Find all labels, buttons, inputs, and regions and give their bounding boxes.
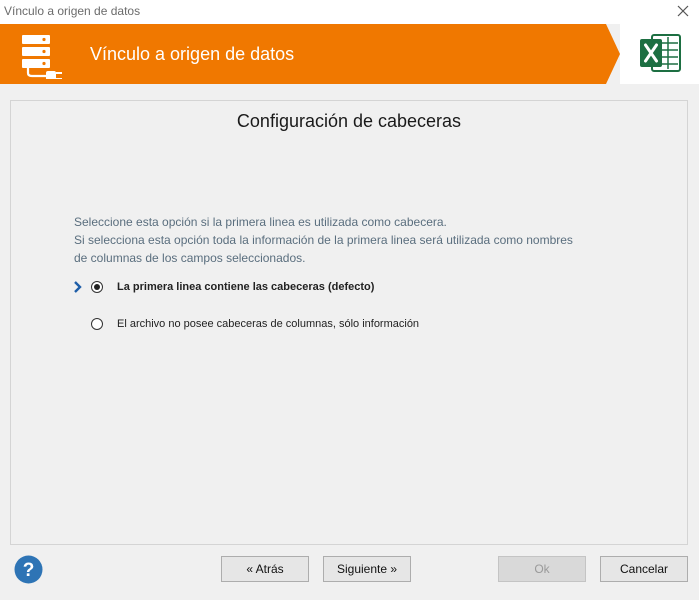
svg-text:?: ? xyxy=(23,560,35,581)
content-panel: Configuración de cabeceras Seleccione es… xyxy=(10,100,688,545)
panel-title: Configuración de cabeceras xyxy=(236,111,462,131)
chevron-right-icon xyxy=(73,280,83,294)
title-bar: Vínculo a origen de datos xyxy=(0,0,699,24)
next-button[interactable]: Siguiente » xyxy=(323,556,411,582)
description-line: Seleccione esta opción si la primera lin… xyxy=(74,215,447,229)
option-label: La primera linea contiene las cabeceras … xyxy=(117,281,375,293)
description-line: de columnas de los campos seleccionados. xyxy=(74,251,306,265)
cancel-button[interactable]: Cancelar xyxy=(600,556,688,582)
option-no-header[interactable]: El archivo no posee cabeceras de columna… xyxy=(74,316,494,334)
radio-button[interactable] xyxy=(91,318,103,330)
help-icon[interactable]: ? xyxy=(14,555,43,584)
excel-icon xyxy=(638,32,682,79)
description: Seleccione esta opción si la primera lin… xyxy=(74,213,644,267)
window-title: Vínculo a origen de datos xyxy=(4,4,141,18)
option-header-first-line[interactable]: La primera linea contiene las cabeceras … xyxy=(74,279,494,297)
option-label: El archivo no posee cabeceras de columna… xyxy=(117,318,420,330)
back-button[interactable]: « Atrás xyxy=(221,556,309,582)
close-icon[interactable] xyxy=(675,3,691,19)
ok-button[interactable]: Ok xyxy=(498,556,586,582)
header-banner: Vínculo a origen de datos xyxy=(0,24,620,84)
app-icon-area xyxy=(620,24,699,84)
database-plug-icon xyxy=(20,33,66,84)
banner-title: Vínculo a origen de datos xyxy=(90,44,295,64)
description-line: Si selecciona esta opción toda la inform… xyxy=(74,233,573,247)
radio-button[interactable] xyxy=(91,281,103,293)
